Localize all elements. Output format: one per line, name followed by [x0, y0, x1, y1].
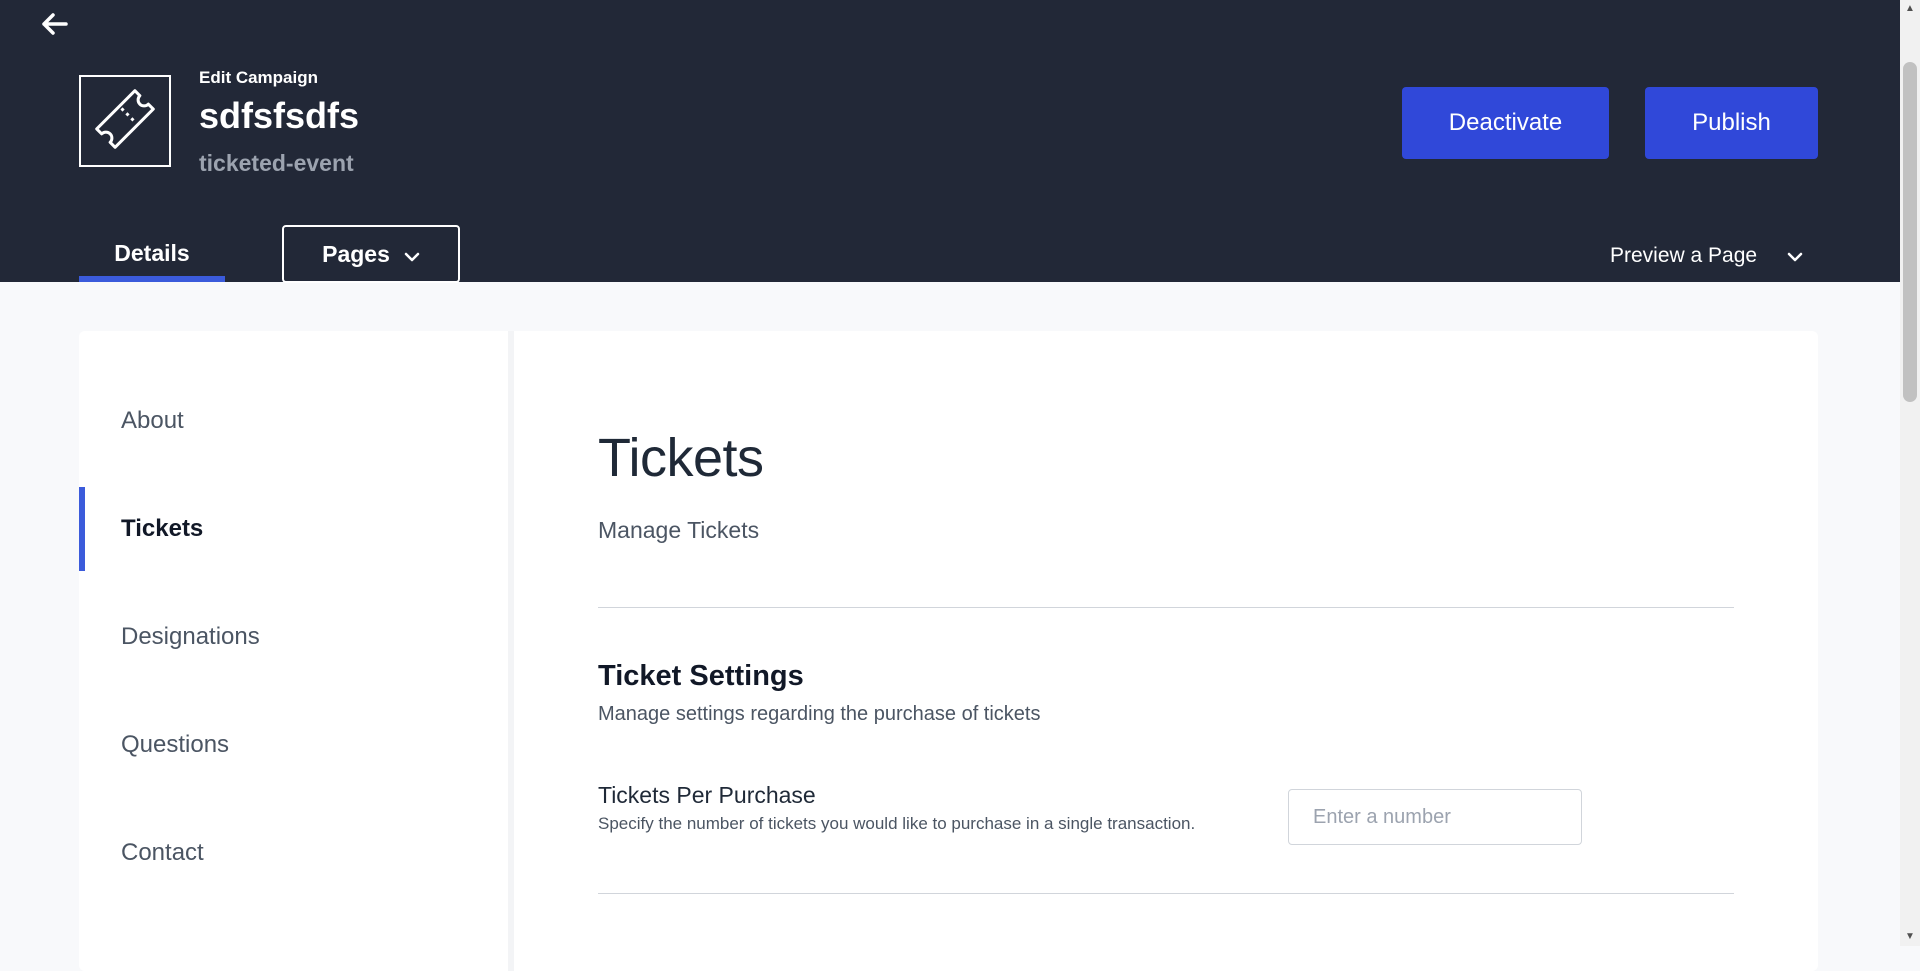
sidebar-item-contact[interactable]: Contact [79, 811, 508, 895]
campaign-header: Edit Campaign sdfsfsdfs ticketed-event D… [0, 0, 1900, 283]
tickets-per-purchase-help: Specify the number of tickets you would … [598, 814, 1196, 833]
page-subtitle: Manage Tickets [598, 517, 760, 543]
chevron-down-icon [404, 241, 420, 268]
edit-campaign-label: Edit Campaign [199, 68, 319, 87]
tab-details[interactable]: Details [79, 232, 225, 282]
deactivate-button[interactable]: Deactivate [1402, 87, 1609, 159]
chevron-down-icon [1787, 244, 1803, 268]
back-button[interactable] [36, 8, 72, 44]
settings-card: About Tickets Designations Questions Con… [79, 331, 1818, 971]
sidebar-item-label: About [121, 407, 184, 434]
campaign-logo [79, 75, 171, 167]
scroll-up-arrow-icon[interactable]: ▲ [1903, 2, 1917, 16]
field-divider [598, 893, 1734, 894]
preview-page-label: Preview a Page [1610, 244, 1758, 267]
tickets-per-purchase-label: Tickets Per Purchase [598, 782, 816, 808]
active-tab-indicator [79, 276, 225, 282]
campaign-name: sdfsfsdfs [199, 95, 360, 136]
sidebar-item-label: Designations [121, 623, 260, 650]
sidebar-item-label: Questions [121, 731, 230, 758]
scroll-down-arrow-icon[interactable]: ▼ [1903, 930, 1917, 944]
sidebar-item-label: Contact [121, 839, 204, 866]
section-description: Manage settings regarding the purchase o… [598, 703, 1041, 725]
section-divider [598, 607, 1734, 608]
scrollbar-thumb[interactable] [1903, 62, 1917, 402]
tickets-per-purchase-input[interactable] [1288, 789, 1582, 845]
sidebar-item-label: Tickets [121, 515, 204, 542]
sidebar-item-about[interactable]: About [79, 379, 508, 463]
sidebar-item-questions[interactable]: Questions [79, 703, 508, 787]
pages-dropdown[interactable]: Pages [282, 225, 460, 283]
section-title: Ticket Settings [598, 660, 804, 692]
publish-button[interactable]: Publish [1645, 87, 1818, 159]
ticket-icon [90, 84, 160, 159]
sidebar-item-designations[interactable]: Designations [79, 595, 508, 679]
tab-details-label: Details [114, 240, 190, 266]
page-title: Tickets [598, 428, 764, 488]
preview-page-dropdown[interactable]: Preview a Page [1610, 240, 1803, 272]
pages-dropdown-label: Pages [322, 240, 390, 267]
sidebar-divider [508, 331, 514, 971]
sidebar-item-tickets[interactable]: Tickets [79, 487, 508, 571]
settings-sidebar: About Tickets Designations Questions Con… [79, 331, 508, 971]
campaign-type: ticketed-event [199, 150, 354, 176]
arrow-left-icon [40, 12, 68, 41]
